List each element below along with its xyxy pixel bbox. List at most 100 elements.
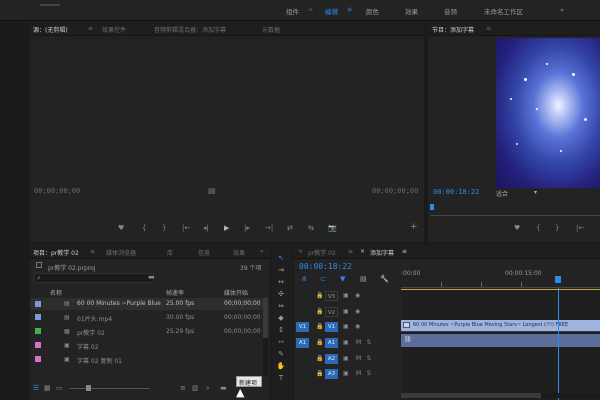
go-to-in-icon[interactable]: |← — [576, 224, 584, 232]
tab-audio-clip-mixer[interactable]: 音频剪辑混合器：添加字幕 — [154, 25, 226, 34]
source-timecode-out[interactable]: 00;00;00;00 — [372, 187, 418, 195]
step-back-icon[interactable]: ◂| — [203, 224, 209, 232]
razor-tool-icon[interactable]: ◆ — [275, 314, 287, 324]
tab-menu-icon[interactable]: ≡ — [90, 248, 95, 255]
lock-icon[interactable]: 🔒 — [316, 339, 323, 346]
list-item[interactable]: ▦ pr教学 02 25.29 fps 00;00;00;00 — [30, 326, 265, 338]
ripple-edit-tool-icon[interactable]: ↔ — [275, 278, 287, 288]
add-marker-icon[interactable]: ▼ — [340, 275, 345, 283]
toggle-sync-icon[interactable]: ▣ — [343, 323, 349, 330]
hand-tool-icon[interactable]: ✋ — [275, 362, 287, 372]
linked-selection-icon[interactable]: ⊂ — [320, 275, 326, 283]
tab-sequence-pr[interactable]: pr教学 02 — [308, 248, 336, 257]
more-workspaces-icon[interactable]: » — [560, 6, 564, 14]
pen-tool-icon[interactable]: ✎ — [275, 350, 287, 360]
source-timecode-in[interactable]: 00;00;00;00 — [34, 187, 80, 195]
icon-view-icon[interactable]: ▦ — [44, 384, 51, 392]
new-bin-icon[interactable]: ▬ — [220, 384, 227, 392]
close-icon[interactable]: × — [298, 248, 303, 255]
go-to-out-icon[interactable]: →| — [265, 224, 273, 232]
tab-media-browser[interactable]: 媒体浏览器 — [106, 248, 136, 257]
zoom-slider[interactable] — [70, 388, 150, 389]
tab-menu-icon[interactable]: ≡ — [486, 25, 491, 32]
timeline-hscrollbar[interactable] — [401, 393, 600, 398]
playhead-marker[interactable] — [430, 204, 434, 210]
list-item[interactable]: ▤ 60 00 Minutes ~Purple Blue 25.00 fps 0… — [30, 298, 265, 310]
eye-icon[interactable]: ◉ — [355, 292, 360, 299]
track-name[interactable]: V1 — [325, 322, 338, 332]
tab-menu-icon[interactable]: ≡ — [348, 248, 353, 255]
playhead-marker[interactable] — [555, 276, 561, 283]
timeline-timecode[interactable]: 00:00:18:22 — [299, 262, 352, 271]
track-name[interactable]: A1 — [325, 338, 338, 348]
mute-button[interactable]: M — [356, 370, 361, 377]
toggle-sync-icon[interactable]: ▣ — [343, 339, 349, 346]
video-clip[interactable]: 60 00 Minutes ~Purple Blue Moving Stars~… — [401, 320, 600, 331]
project-scrollbar[interactable] — [263, 298, 268, 376]
step-forward-icon[interactable]: |▸ — [244, 224, 250, 232]
track-name[interactable]: A3 — [325, 369, 338, 379]
type-tool-icon[interactable]: T — [275, 374, 287, 384]
audio-clip[interactable]: ⛓ — [401, 334, 600, 347]
search-field[interactable]: ⌕ — [34, 273, 154, 283]
toggle-sync-icon[interactable]: ▣ — [343, 292, 349, 299]
selection-tool-icon[interactable]: ↖ — [275, 254, 287, 264]
list-item[interactable]: ▤ 01片头.mp4 30.00 fps 00;00;00;00 — [30, 312, 265, 324]
lock-icon[interactable]: 🔒 — [316, 323, 323, 330]
slip-tool-icon[interactable]: ↕ — [275, 326, 287, 336]
mute-button[interactable]: M — [356, 355, 361, 362]
more-tabs-icon[interactable]: » — [260, 248, 264, 255]
zoom-fit-dropdown[interactable]: 适合 — [496, 189, 508, 198]
program-scrubber[interactable] — [430, 202, 600, 216]
toggle-sync-icon[interactable]: ▣ — [343, 308, 349, 315]
column-frame-rate[interactable]: 帧速率 — [166, 288, 184, 297]
tab-sequence-subtitle[interactable]: 添加字幕 — [370, 248, 394, 257]
overwrite-icon[interactable]: ⇆ — [308, 224, 314, 232]
insert-icon[interactable]: ⇄ — [287, 224, 293, 232]
scrollbar-thumb[interactable] — [401, 393, 541, 398]
workspace-item-color[interactable]: 颜色 — [366, 6, 379, 16]
tab-program[interactable]: 节目：添加字幕 — [432, 25, 474, 34]
tab-info[interactable]: 信息 — [198, 248, 210, 257]
zoom-handle[interactable] — [86, 385, 91, 391]
close-icon[interactable]: × — [360, 248, 365, 255]
tab-source[interactable]: 源：(无剪辑) — [33, 25, 68, 34]
automate-to-sequence-icon[interactable]: ▥ — [192, 384, 199, 392]
find-icon[interactable]: ⌕ — [206, 384, 210, 393]
tab-menu-icon[interactable]: ≡ — [88, 25, 93, 32]
tab-menu-icon[interactable]: ≡ — [402, 248, 407, 255]
list-item[interactable]: ▣ 字幕 02 — [30, 340, 265, 352]
workspace-menu-icon[interactable]: ≡ — [308, 6, 313, 13]
time-ruler[interactable]: :00:00 00:00:15:00 — [401, 260, 600, 288]
solo-button[interactable]: S — [367, 355, 371, 362]
button-editor-icon[interactable]: + — [410, 222, 418, 232]
timeline-settings-icon[interactable]: ▤ — [360, 275, 367, 283]
mark-in-icon[interactable]: { — [142, 224, 146, 232]
lock-icon[interactable]: 🔒 — [316, 370, 323, 377]
tab-project[interactable]: 项目：pr教学 02 — [33, 248, 79, 257]
column-media-start[interactable]: 媒体开始 — [224, 288, 248, 297]
new-bin-icon[interactable]: ▬ — [148, 273, 155, 281]
chevron-down-icon[interactable]: ▾ — [534, 189, 537, 196]
list-item[interactable]: ▣ 字幕 02 复制 01 — [30, 354, 265, 366]
workspace-item-edit[interactable]: 编辑 — [325, 6, 338, 16]
solo-button[interactable]: S — [367, 370, 371, 377]
tab-effect-controls[interactable]: 效果控件 — [102, 25, 126, 34]
scrollbar-thumb[interactable] — [263, 298, 268, 338]
freeform-view-icon[interactable]: ▭ — [56, 384, 63, 392]
list-view-icon[interactable]: ☰ — [33, 384, 39, 392]
lock-icon[interactable]: 🔒 — [316, 355, 323, 362]
source-patch[interactable]: A1 — [296, 338, 309, 348]
play-icon[interactable]: ▶ — [224, 224, 229, 232]
rolling-edit-tool-icon[interactable]: ✣ — [275, 290, 287, 300]
tab-metadata[interactable]: 元数据 — [262, 25, 280, 34]
track-select-tool-icon[interactable]: ⇥ — [275, 266, 287, 276]
track-name[interactable]: A2 — [325, 354, 338, 364]
settings-icon[interactable]: ▤ — [208, 186, 216, 195]
workspace-item-components[interactable]: 组件 — [286, 6, 299, 16]
eye-icon[interactable]: ◉ — [355, 308, 360, 315]
add-marker-icon[interactable]: ♥ — [514, 224, 520, 232]
workspace-menu-icon[interactable]: ≡ — [347, 6, 352, 13]
program-timecode[interactable]: 00:00:18:22 — [433, 188, 479, 196]
column-name[interactable]: 名称 — [50, 288, 62, 297]
